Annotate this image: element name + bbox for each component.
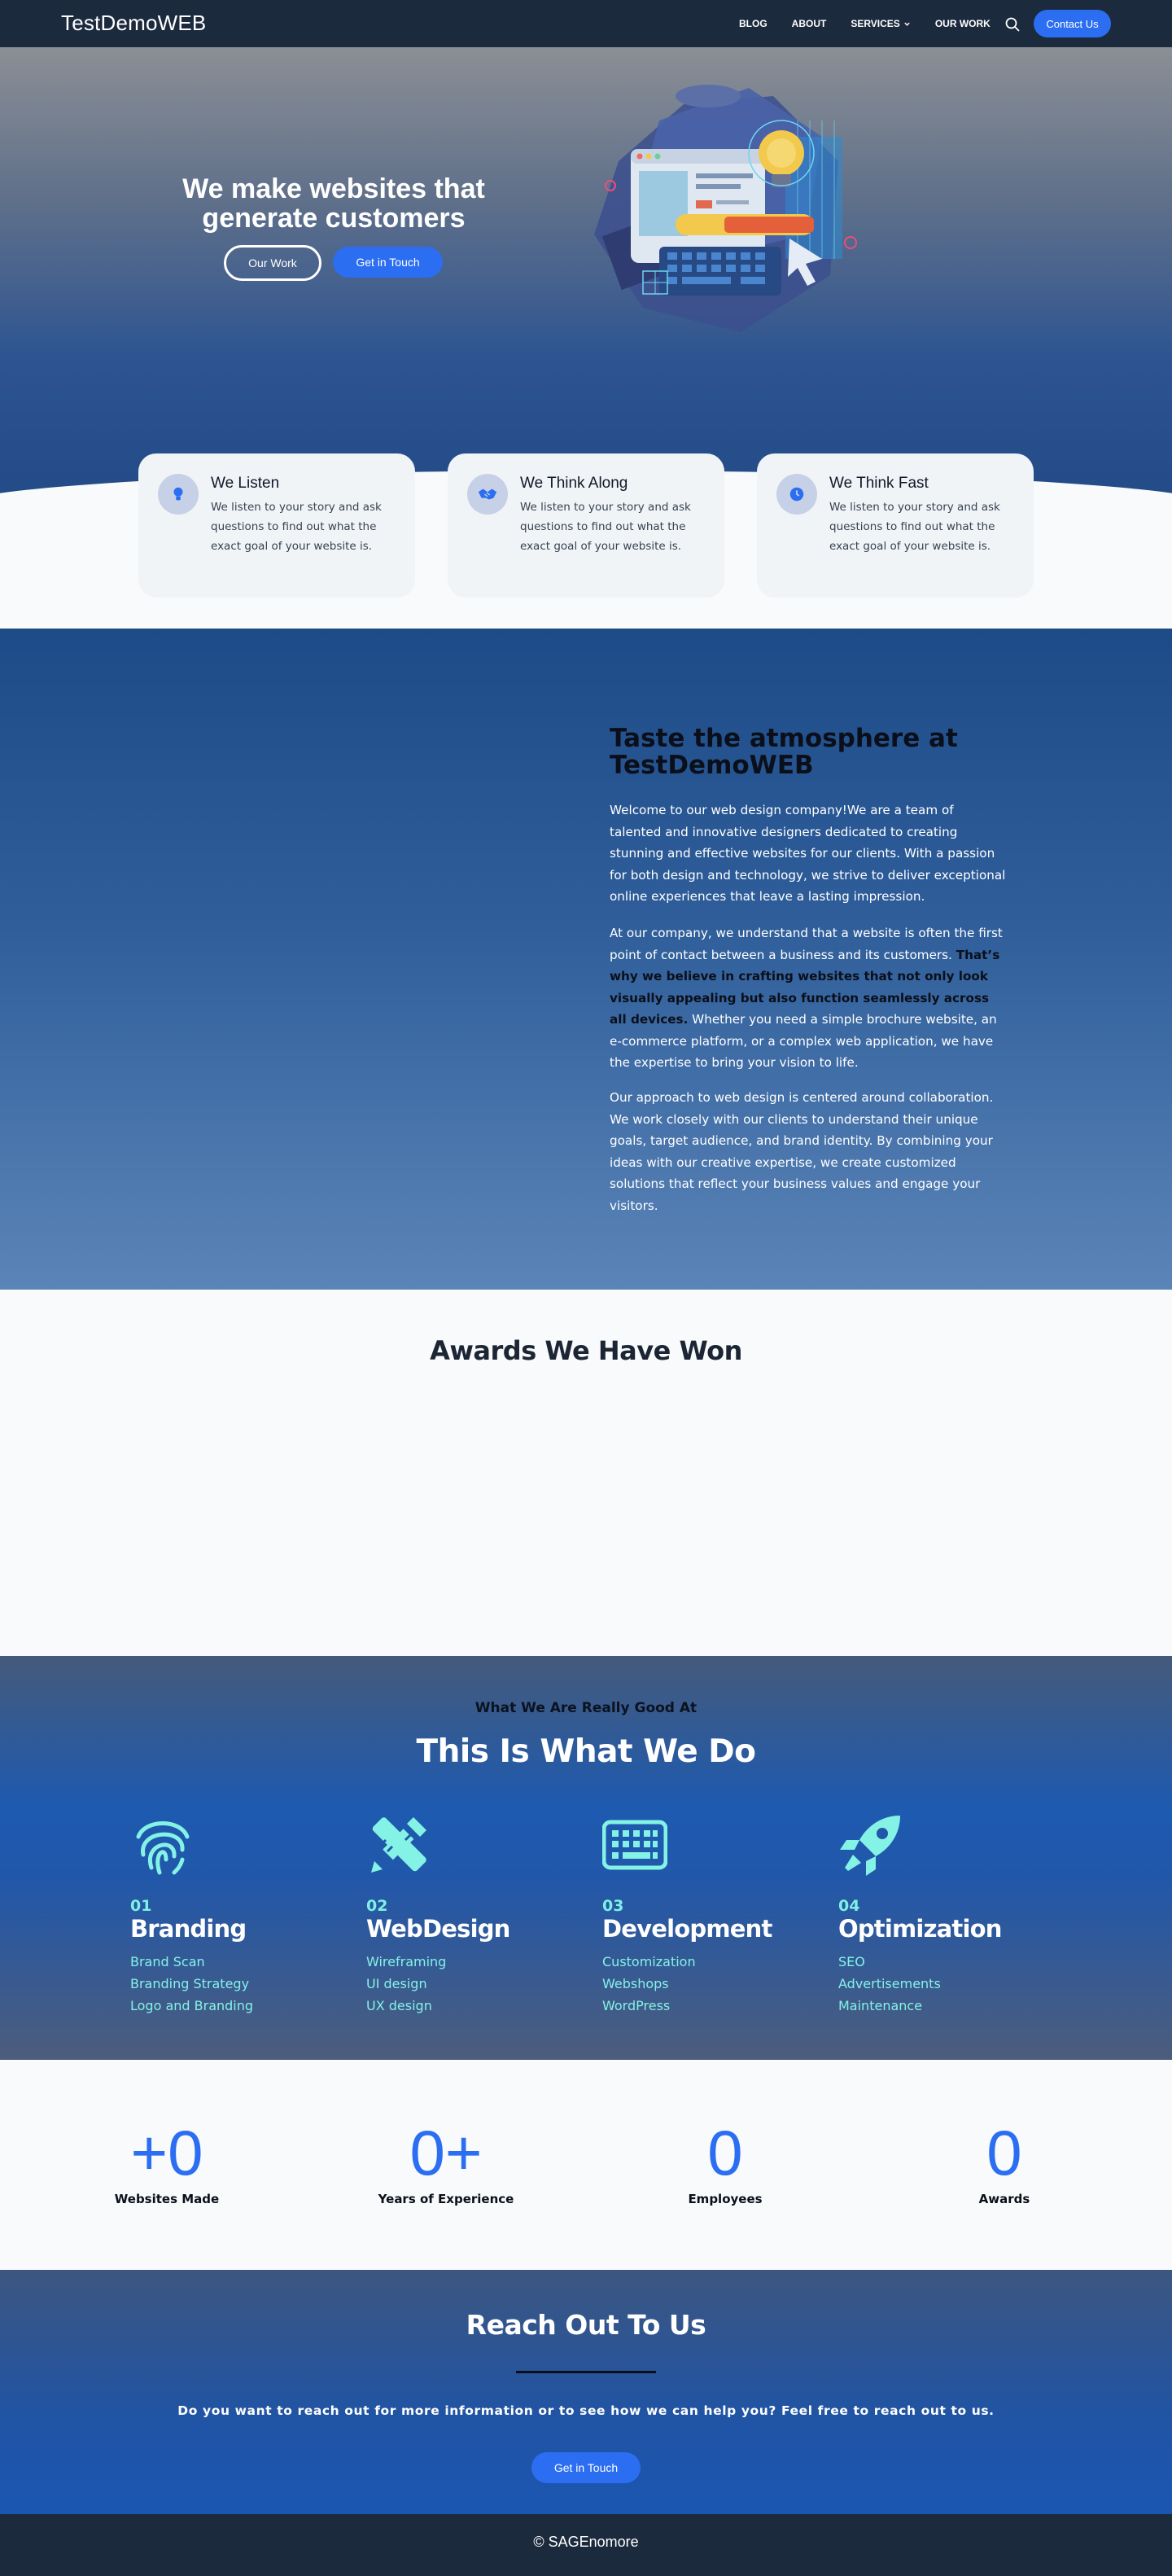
page: TestDemoWEB BLOG ABOUT SERVICES OUR WORK… [0,0,1172,2576]
brand-logo[interactable]: TestDemoWEB [61,11,206,36]
stat-label: Websites Made [114,2192,220,2206]
service-item[interactable]: WordPress [602,1995,822,2017]
service-item[interactable]: Advertisements [838,1973,1058,1995]
stat-websites-made: +0 Websites Made [61,2120,273,2206]
stats-section: +0 Websites Made 0+ Years of Experience … [0,2060,1172,2270]
our-work-button[interactable]: Our Work [224,245,321,281]
feature-title: We Think Along [520,475,628,492]
service-list: Customization Webshops WordPress [602,1951,822,2017]
services-section: What We Are Really Good At This Is What … [0,1656,1172,2060]
footer: © SAGEnomore [0,2514,1172,2576]
awards-section: Awards We Have Won [0,1290,1172,1656]
clock-icon [776,474,817,515]
service-number: 01 [130,1897,152,1915]
stat-value: 0+ [409,2117,483,2188]
stat-employees: 0 Employees [619,2120,831,2206]
service-item[interactable]: SEO [838,1951,1058,1973]
service-item[interactable]: UX design [366,1995,586,2017]
service-list: Brand Scan Branding Strategy Logo and Br… [130,1951,350,2017]
stat-label: Years of Experience [378,2192,514,2206]
chevron-down-icon [904,22,910,26]
service-name: Development [602,1915,772,1943]
about-title: Taste the atmosphere at TestDemoWEB [610,724,958,780]
service-optimization: 04 Optimization SEO Advertisements Maint… [838,1812,1058,2017]
about-paragraph-1: Welcome to our web design company!We are… [610,803,1006,904]
service-name: WebDesign [366,1915,510,1943]
nav-link-services-label: SERVICES [851,18,900,29]
service-item[interactable]: Maintenance [838,1995,1058,2017]
awards-title: Awards We Have Won [430,1335,742,1366]
stat-label: Awards [978,2192,1030,2206]
contact-text: Do you want to reach out for more inform… [177,2403,995,2418]
handshake-icon [467,474,508,515]
feature-title: We Listen [211,475,280,492]
copyright-text: © SAGEnomore [533,2534,639,2550]
feature-card-think-fast: We Think Fast We listen to your story an… [757,453,1034,598]
stat-awards: 0 Awards [899,2120,1110,2206]
service-list: SEO Advertisements Maintenance [838,1951,1058,2017]
stat-value: +0 [130,2117,203,2188]
about-section: Taste the atmosphere at TestDemoWEB Welc… [0,629,1172,1290]
feature-card-listen: We Listen We listen to your story and as… [138,453,415,598]
hero-title: We make websites that generate customers [182,173,485,234]
service-item[interactable]: Customization [602,1951,822,1973]
fingerprint-icon [136,1821,190,1875]
services-title: This Is What We Do [416,1733,756,1770]
nav-link-services[interactable]: SERVICES [851,18,910,29]
feature-text: We listen to your story and ask question… [211,501,382,553]
contact-us-button[interactable]: Contact Us [1034,10,1111,37]
feature-text: We listen to your story and ask question… [829,501,1000,553]
hero-section: We make websites that generate customers… [0,47,1172,495]
top-navigation: TestDemoWEB BLOG ABOUT SERVICES OUR WORK… [0,0,1172,47]
about-paragraph-2: At our company, we understand that a web… [610,922,1008,1074]
search-icon[interactable] [1004,16,1021,33]
contact-section: Reach Out To Us Do you want to reach out… [0,2270,1172,2514]
about-paragraph-2-start: At our company, we understand that a web… [610,926,1003,962]
service-item[interactable]: Logo and Branding [130,1995,350,2017]
service-name: Optimization [838,1915,1002,1943]
pencil-ruler-icon [371,1817,426,1873]
nav-link-our-work[interactable]: OUR WORK [935,18,991,29]
service-number: 03 [602,1897,624,1915]
rocket-icon [840,1816,900,1876]
service-item[interactable]: Brand Scan [130,1951,350,1973]
keyboard-icon [601,1820,668,1870]
feature-title: We Think Fast [829,475,929,492]
stat-value: 0 [986,2117,1022,2188]
stat-years-experience: 0+ Years of Experience [340,2120,552,2206]
about-paragraph-3: Our approach to web design is centered a… [610,1090,994,1213]
service-number: 02 [366,1897,388,1915]
hero-illustration [594,85,857,332]
nav-link-blog[interactable]: BLOG [739,18,767,29]
hero-get-in-touch-button[interactable]: Get in Touch [333,247,443,278]
service-number: 04 [838,1897,860,1915]
service-item[interactable]: UI design [366,1973,586,1995]
service-item[interactable]: Wireframing [366,1951,586,1973]
divider [516,2371,656,2373]
service-name: Branding [130,1915,247,1943]
service-item[interactable]: Branding Strategy [130,1973,350,1995]
service-branding: 01 Branding Brand Scan Branding Strategy… [130,1812,350,2017]
service-list: Wireframing UI design UX design [366,1951,586,2017]
contact-title: Reach Out To Us [466,2309,706,2341]
stat-label: Employees [688,2192,763,2206]
lightbulb-icon [158,474,199,515]
stat-value: 0 [707,2117,743,2188]
feature-card-think-along: We Think Along We listen to your story a… [448,453,724,598]
service-item[interactable]: Webshops [602,1973,822,1995]
services-kicker: What We Are Really Good At [474,1700,698,1716]
service-development: 03 Development Customization Webshops Wo… [601,1812,822,2017]
contact-get-in-touch-button[interactable]: Get in Touch [531,2452,641,2483]
nav-link-about[interactable]: ABOUT [792,18,827,29]
nav-links: BLOG ABOUT SERVICES OUR WORK [739,18,1015,29]
feature-text: We listen to your story and ask question… [520,501,691,553]
service-webdesign: 02 WebDesign Wireframing UI design UX de… [366,1812,586,2017]
